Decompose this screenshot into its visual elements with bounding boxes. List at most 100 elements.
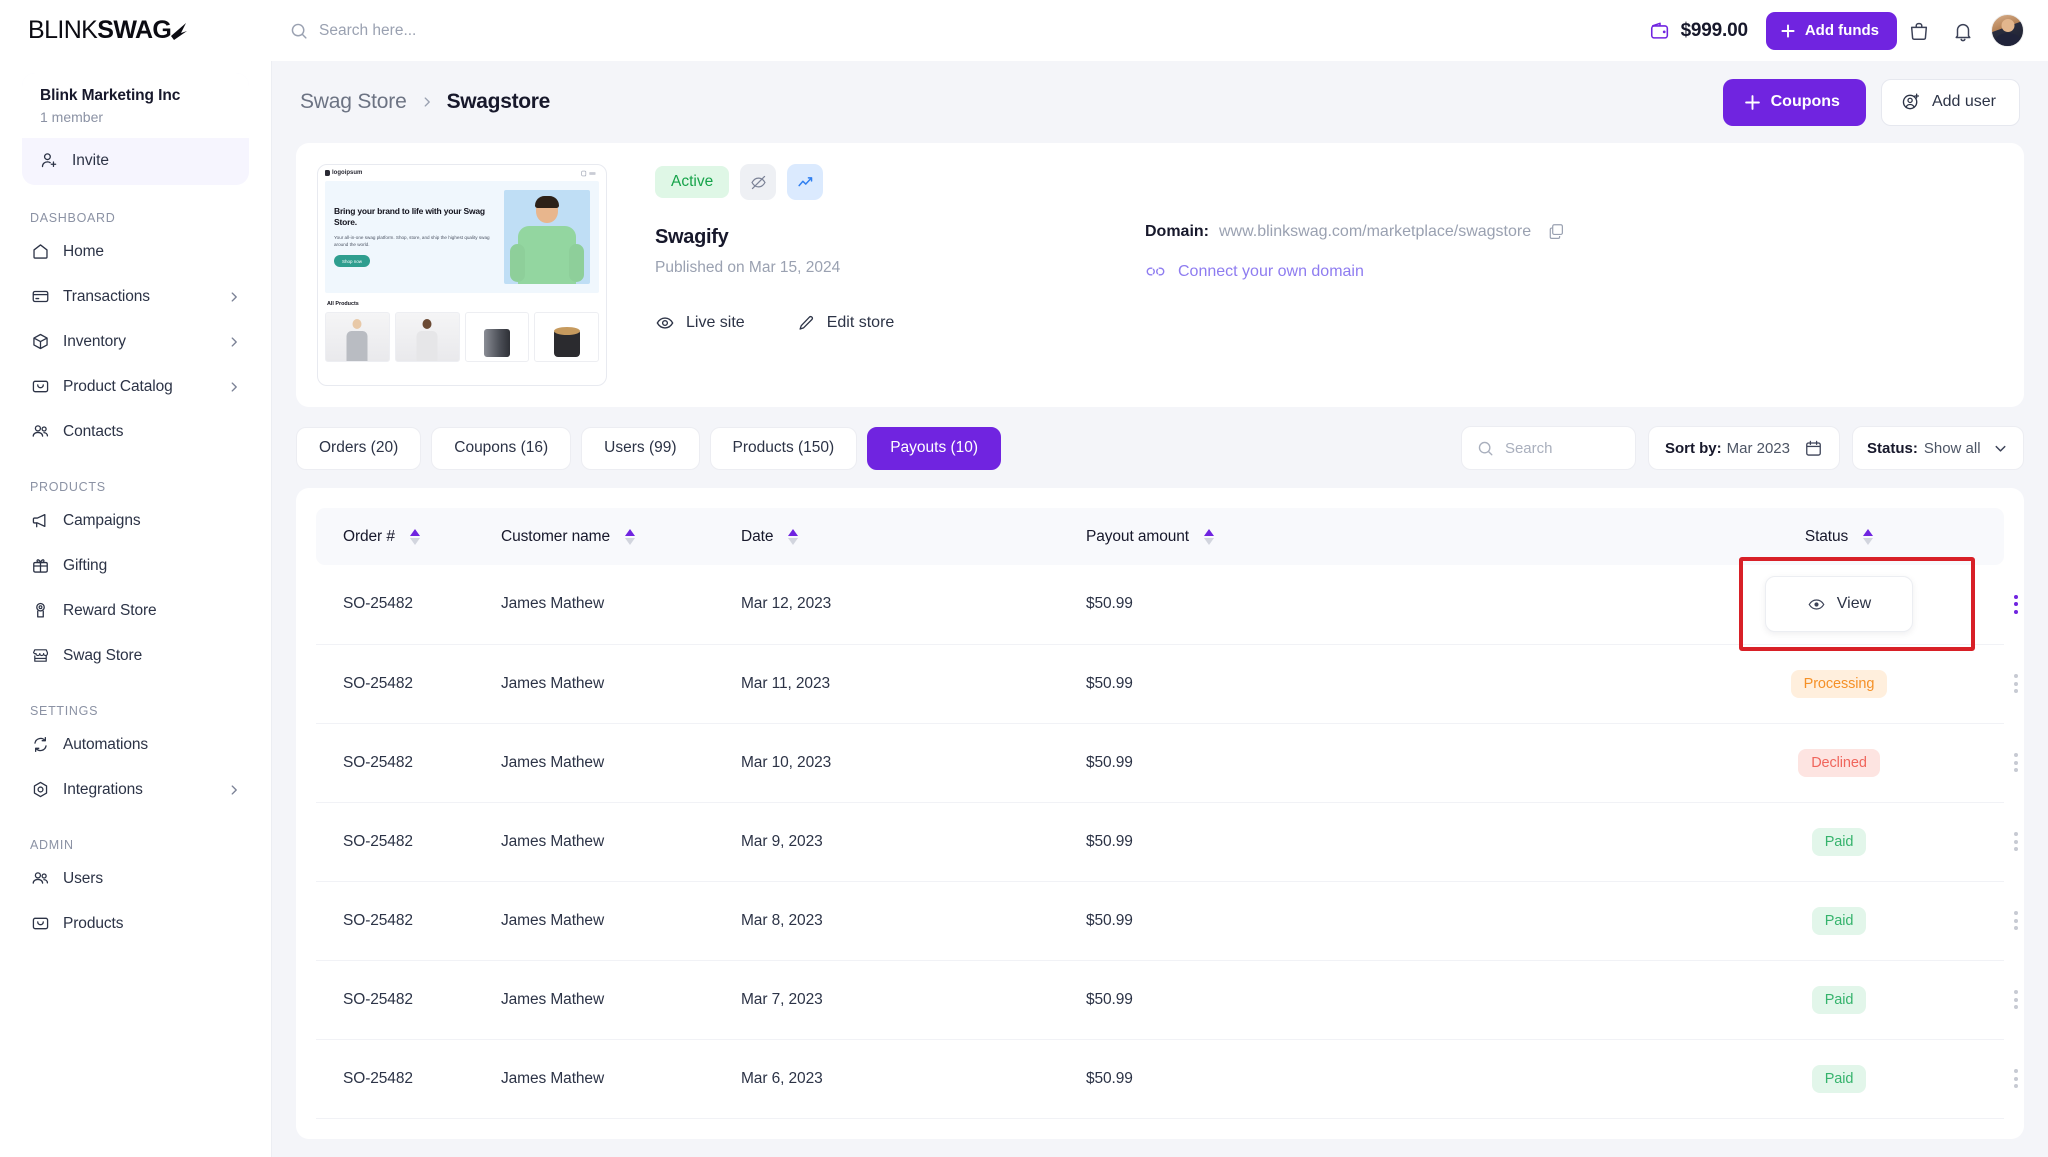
add-user-label: Add user [1931,93,1996,110]
column-label: Customer name [501,527,610,545]
sidebar-item-label: Home [63,242,104,260]
table-row[interactable]: SO-25482 James Mathew Mar 8, 2023 $50.99… [316,881,2018,961]
global-search[interactable] [272,21,1649,40]
column-date[interactable]: Date [741,508,1086,565]
column-label: Status [1804,527,1849,545]
sidebar-item-label: Product Catalog [63,377,173,395]
row-menu-button[interactable] [2014,1069,2018,1088]
sidebar-item-products[interactable]: Products [22,901,249,946]
column-order[interactable]: Order # [316,508,501,565]
cell-amount: $50.99 [1086,644,1674,724]
live-site-link[interactable]: Live site [655,313,745,333]
store-summary-card: logoipsum Bring your brand to life with … [296,143,2024,407]
row-menu-button[interactable] [2014,594,2018,614]
edit-store-label: Edit store [826,314,895,331]
cell-customer: James Mathew [501,1039,741,1119]
cell-order: SO-25482 [316,881,501,961]
brand-logo[interactable]: BLINK SWAG [0,0,272,61]
user-add-icon [1901,92,1921,112]
table-row[interactable]: SO-25482 James Mathew Mar 12, 2023 $50.9… [316,565,2018,645]
table-search-input[interactable] [1504,439,1620,457]
tab-users[interactable]: Users (99) [581,426,700,470]
cell-date: Mar 10, 2023 [741,723,1086,803]
sidebar-item-users[interactable]: Users [22,856,249,901]
preview-product-grid [318,312,606,362]
sidebar-item-label: Users [63,869,103,887]
plus-icon [1780,23,1796,39]
cell-date: Mar 6, 2023 [741,1039,1086,1119]
add-funds-button[interactable]: Add funds [1765,11,1897,50]
connect-domain-link[interactable]: Connect your own domain [1145,261,2003,282]
sidebar-item-automations[interactable]: Automations [22,722,249,767]
app-root: BLINKSWAG $999.00 [0,0,2048,1157]
coupons-button[interactable]: Coupons [1722,78,1866,126]
sidebar-item-gifting[interactable]: Gifting [22,543,249,588]
invite-button[interactable]: Invite [22,138,249,185]
table-row[interactable]: SO-25482 James Mathew Mar 11, 2023 $50.9… [316,644,2018,724]
sidebar-item-integrations[interactable]: Integrations [22,767,249,812]
sidebar-item-label: Inventory [63,332,126,350]
cell-customer: James Mathew [501,802,741,882]
sidebar-item-home[interactable]: Home [22,229,249,274]
store-published-date: Published on Mar 15, 2024 [655,259,841,276]
sidebar-item-product-catalog[interactable]: Product Catalog [22,364,249,409]
tab-coupons[interactable]: Coupons (16) [431,426,572,470]
store-preview-thumbnail[interactable]: logoipsum Bring your brand to life with … [317,164,607,386]
column-payout-amount[interactable]: Payout amount [1086,508,1674,565]
hide-store-button[interactable] [740,164,777,200]
copy-icon[interactable] [1547,222,1566,241]
column-label: Payout amount [1086,527,1189,545]
status-filter[interactable]: Status: Show all [1852,426,2024,470]
edit-store-link[interactable]: Edit store [797,314,895,333]
tab-payouts[interactable]: Payouts (10) [867,426,1002,470]
payouts-table: Order # Customer name Date Payout amount… [316,508,2018,1119]
view-button[interactable]: View [1765,576,1913,633]
wallet-amount: $999.00 [1680,19,1748,41]
coupons-label: Coupons [1770,93,1840,110]
column-label: Date [741,527,774,545]
store-details-left: Active Swagify Published on Mar 15, 2024… [655,164,1085,386]
sidebar-item-swag-store[interactable]: Swag Store [22,633,249,678]
tab-orders[interactable]: Orders (20) [296,426,422,470]
search-input[interactable] [319,21,679,40]
bag-button[interactable] [1897,9,1941,53]
sort-toggle-amount[interactable] [1203,528,1214,545]
column-status[interactable]: Status [1674,508,2004,565]
sort-by-label: Sort by: [1664,439,1722,457]
wallet-balance[interactable]: $999.00 [1649,20,1748,42]
table-row[interactable]: SO-25482 James Mathew Mar 6, 2023 $50.99… [316,1039,2018,1119]
sidebar-item-reward-store[interactable]: Reward Store [22,588,249,633]
sidebar-item-campaigns[interactable]: Campaigns [22,498,249,543]
sidebar-item-transactions[interactable]: Transactions [22,274,249,319]
table-row[interactable]: SO-25482 James Mathew Mar 10, 2023 $50.9… [316,723,2018,803]
row-menu-button[interactable] [2014,911,2018,930]
logo-part1: BLINK [28,16,98,44]
sort-toggle-date[interactable] [788,528,799,545]
avatar[interactable] [1991,14,2024,47]
table-search[interactable] [1460,426,1636,470]
notifications-button[interactable] [1941,9,1985,53]
table-row[interactable]: SO-25482 James Mathew Mar 9, 2023 $50.99… [316,802,2018,882]
column-customer[interactable]: Customer name [501,508,741,565]
table-header-row: Order # Customer name Date Payout amount… [316,508,2004,565]
store-analytics-button[interactable] [787,164,824,200]
refresh-icon [30,735,50,755]
sidebar-item-inventory[interactable]: Inventory [22,319,249,364]
nav-section-settings: SETTINGS Automations Integrations [22,704,249,812]
row-menu-button[interactable] [2014,753,2018,772]
tab-products[interactable]: Products (150) [709,426,858,470]
breadcrumb-parent[interactable]: Swag Store [300,90,407,114]
row-menu-button[interactable] [2014,674,2018,693]
add-user-button[interactable]: Add user [1880,78,2020,126]
eye-icon [1807,595,1826,614]
sidebar-item-contacts[interactable]: Contacts [22,409,249,454]
cell-order: SO-25482 [316,644,501,724]
sort-toggle-order[interactable] [409,528,420,545]
row-menu-button[interactable] [2014,832,2018,851]
sort-toggle-customer[interactable] [624,528,635,545]
cell-order: SO-25482 [316,565,501,645]
row-menu-button[interactable] [2014,990,2018,1009]
sort-toggle-status[interactable] [1863,528,1874,545]
sort-by-control[interactable]: Sort by: Mar 2023 [1647,426,1840,470]
table-row[interactable]: SO-25482 James Mathew Mar 7, 2023 $50.99… [316,960,2018,1040]
